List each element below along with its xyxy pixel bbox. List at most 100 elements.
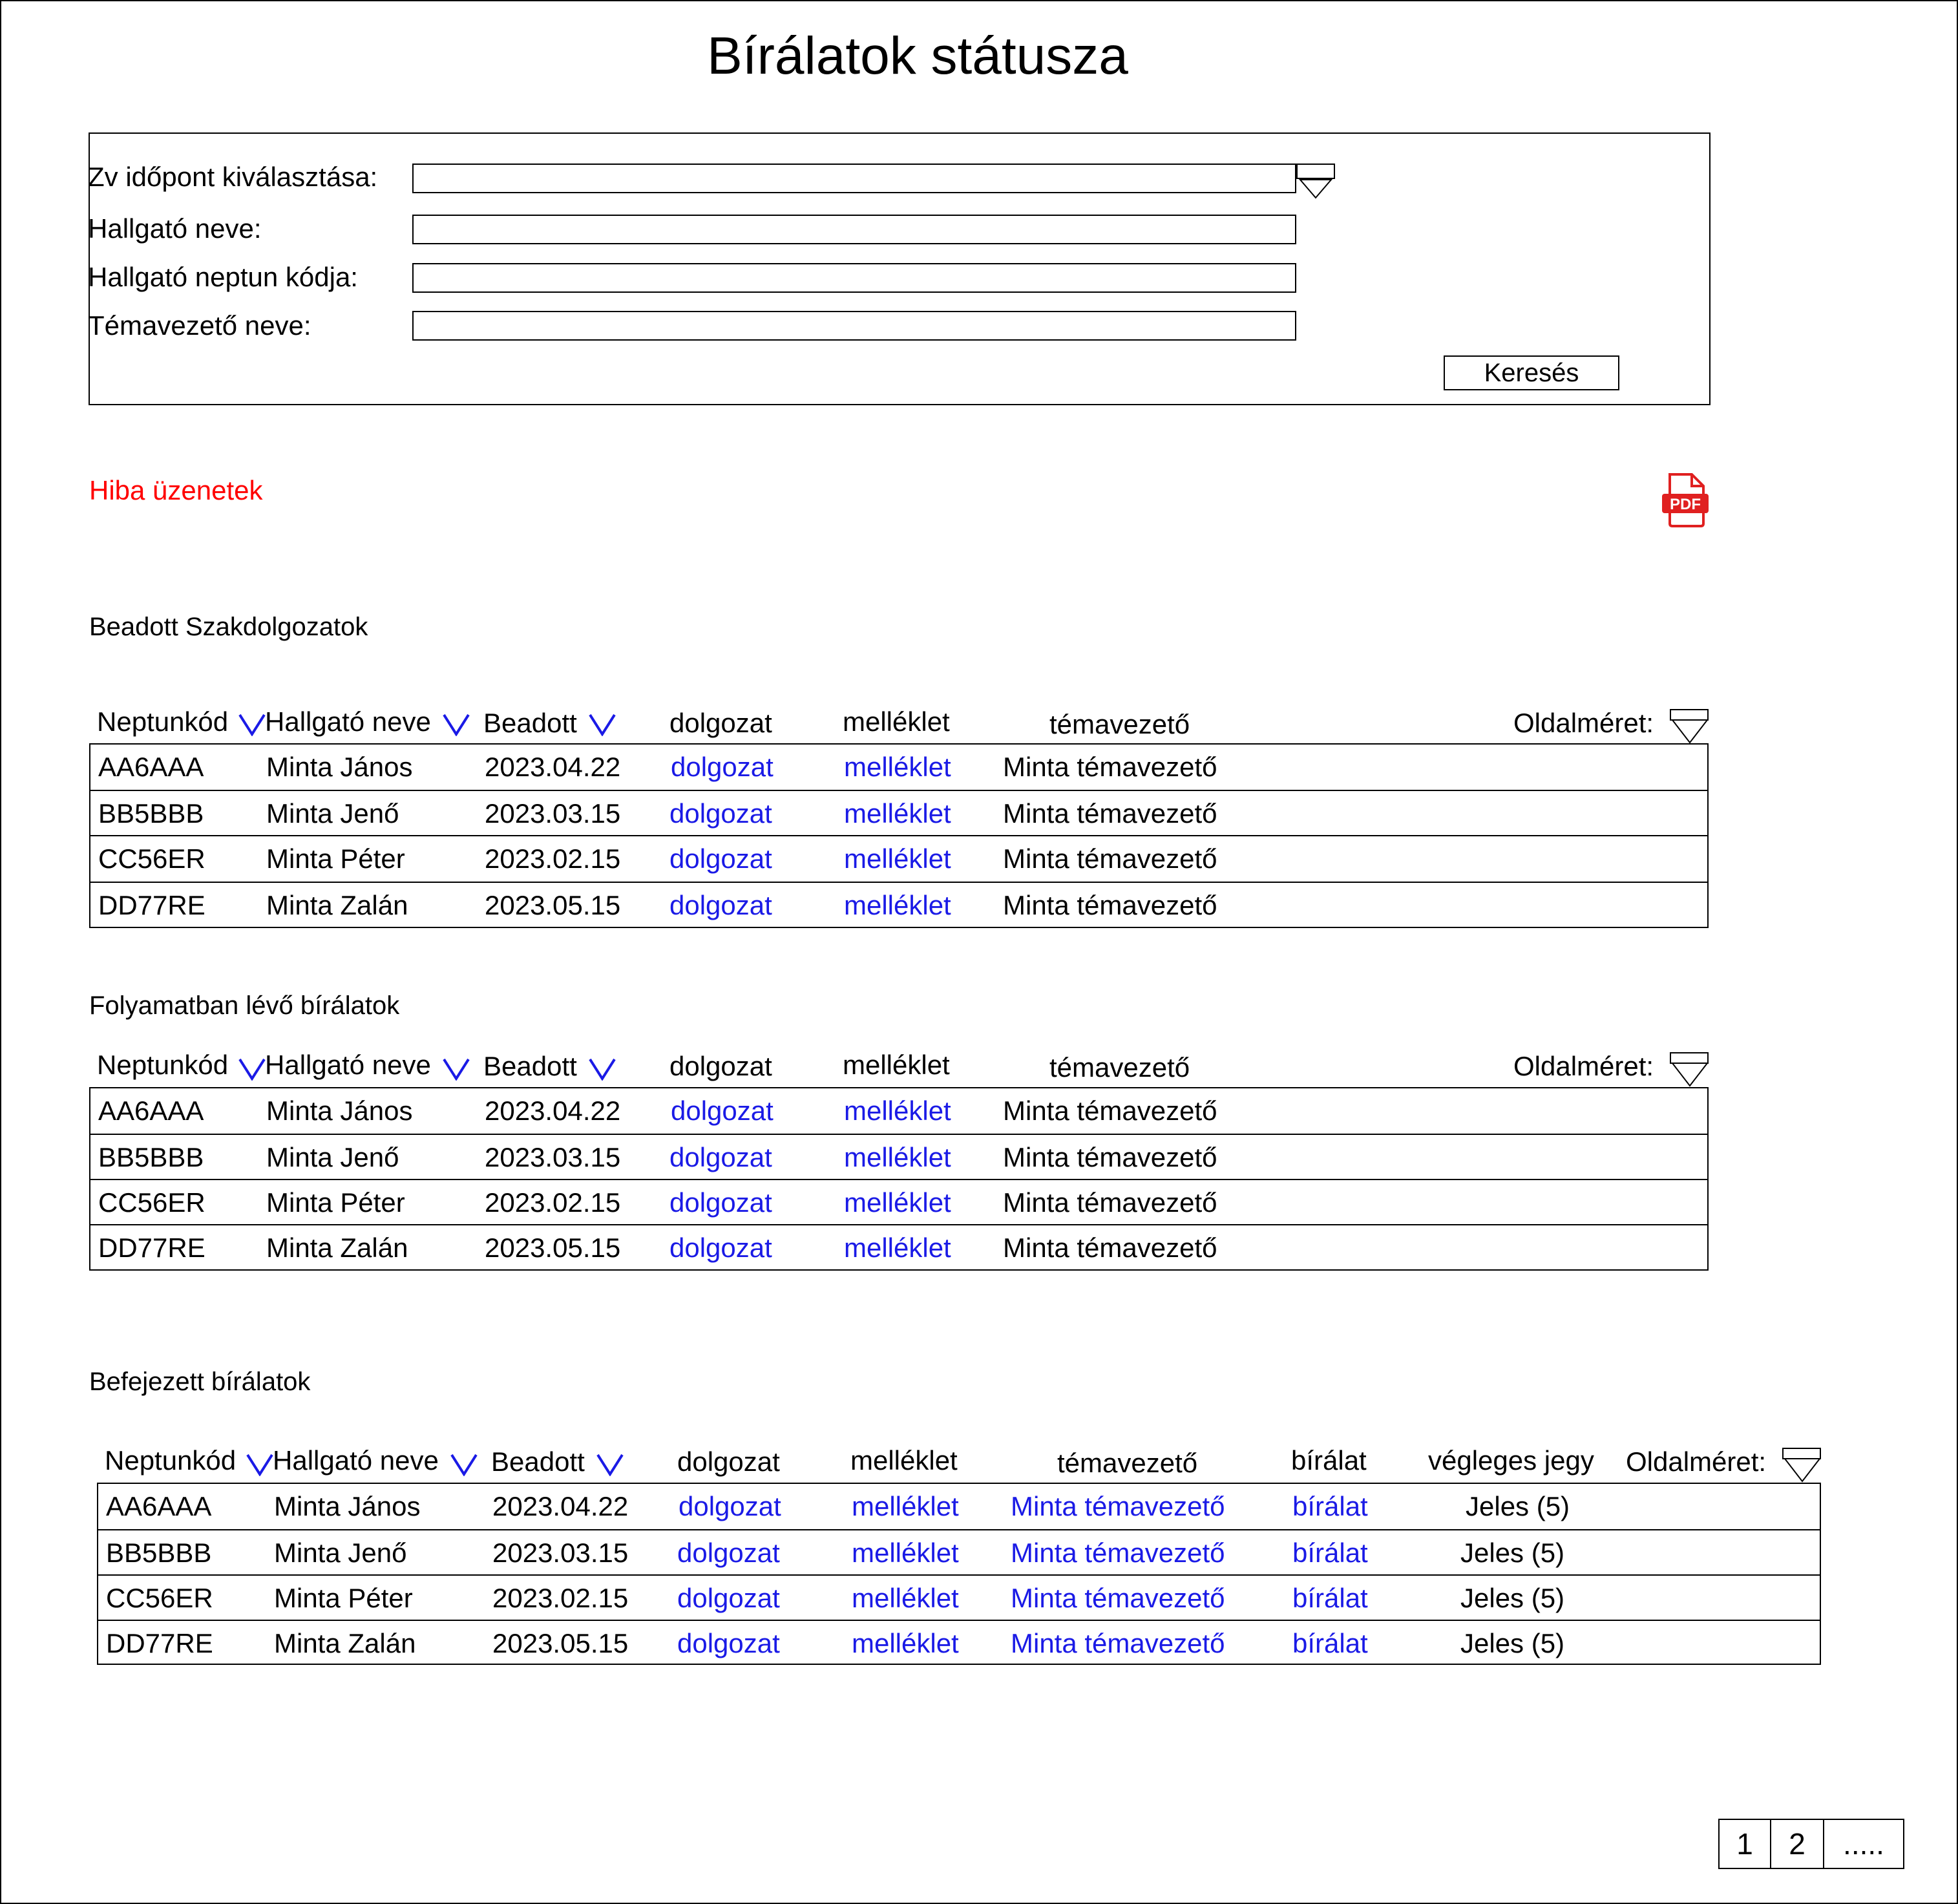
thesis-link[interactable]: dolgozat [669,1225,772,1271]
student-name-input[interactable] [412,215,1296,244]
neptun-cell: AA6AAA [98,1095,204,1126]
search-button[interactable]: Keresés [1444,355,1619,390]
date-cell: 2023.02.15 [485,1187,621,1218]
date-cell: 2023.03.15 [485,798,621,829]
page-size-dropdown-icon[interactable] [1670,1052,1710,1087]
review-link[interactable]: bírálat [1292,1621,1368,1666]
completed-table: AA6AAA Minta János 2023.04.22 dolgozat m… [97,1483,1821,1665]
review-link[interactable]: bírálat [1292,1484,1368,1529]
date-cell: 2023.02.15 [492,1583,629,1613]
date-cell: 2023.05.15 [492,1628,629,1658]
header-final-grade: végleges jegy [1428,1445,1594,1476]
page-1-button[interactable]: 1 [1718,1819,1771,1869]
submitted-table: AA6AAA Minta János 2023.04.22 dolgozat m… [89,743,1709,928]
thesis-link[interactable]: dolgozat [669,836,772,882]
attachment-link[interactable]: melléklet [844,1180,951,1225]
table-row: AA6AAA Minta János 2023.04.22 dolgozat m… [90,1088,1707,1134]
sort-submitted-icon[interactable] [588,1057,616,1081]
thesis-link[interactable]: dolgozat [669,791,772,836]
review-link[interactable]: bírálat [1292,1530,1368,1576]
name-cell: Minta Péter [274,1583,413,1613]
review-link[interactable]: bírálat [1292,1576,1368,1621]
error-messages: Hiba üzenetek [89,475,263,505]
attachment-link[interactable]: melléklet [852,1484,959,1529]
neptun-code-input[interactable] [412,263,1296,293]
header-neptun[interactable]: Neptunkód [97,706,228,737]
header-submitted[interactable]: Beadott [491,1446,585,1477]
table-row: DD77RE Minta Zalán 2023.05.15 dolgozat m… [98,1620,1820,1666]
supervisor-link[interactable]: Minta témavezető [1011,1621,1225,1666]
sort-name-icon[interactable] [442,1057,470,1081]
header-name[interactable]: Hallgató neve [265,1050,431,1081]
page-size-dropdown-icon[interactable] [1782,1448,1822,1483]
attachment-link[interactable]: melléklet [852,1576,959,1621]
header-submitted[interactable]: Beadott [483,1051,577,1082]
sort-name-icon[interactable] [450,1453,478,1476]
grade-cell: Jeles (5) [1460,1583,1565,1613]
supervisor-name-input[interactable] [412,311,1296,341]
page-size-label: Oldalméret: [1626,1446,1767,1477]
thesis-link[interactable]: dolgozat [677,1530,780,1576]
thesis-link[interactable]: dolgozat [677,1621,780,1666]
sort-name-icon[interactable] [442,713,470,736]
table-row: CC56ER Minta Péter 2023.02.15 dolgozat m… [90,1179,1707,1225]
attachment-link[interactable]: melléklet [852,1621,959,1666]
thesis-link[interactable]: dolgozat [671,745,774,790]
supervisor-link[interactable]: Minta témavezető [1011,1530,1225,1576]
sort-neptun-icon[interactable] [238,713,266,736]
date-cell: 2023.02.15 [485,843,621,874]
sort-submitted-icon[interactable] [596,1453,624,1476]
thesis-link[interactable]: dolgozat [669,1135,772,1180]
table-row: BB5BBB Minta Jenő 2023.03.15 dolgozat me… [98,1529,1820,1576]
supervisor-name-label: Témavezető neve: [88,310,311,341]
thesis-link[interactable]: dolgozat [671,1088,774,1134]
thesis-link[interactable]: dolgozat [669,1180,772,1225]
header-submitted[interactable]: Beadott [483,708,577,739]
exam-date-select[interactable] [412,164,1296,193]
grade-cell: Jeles (5) [1460,1628,1565,1658]
attachment-link[interactable]: melléklet [844,1225,951,1271]
pagination: 1 2 ..... [1718,1819,1904,1869]
neptun-cell: CC56ER [98,843,205,874]
supervisor-cell: Minta témavezető [1003,798,1217,829]
attachment-link[interactable]: melléklet [844,791,951,836]
sort-neptun-icon[interactable] [246,1453,274,1476]
name-cell: Minta Péter [266,1187,405,1218]
supervisor-link[interactable]: Minta témavezető [1011,1484,1225,1529]
page-2-button[interactable]: 2 [1770,1819,1824,1869]
attachment-link[interactable]: melléklet [852,1530,959,1576]
table-row: DD77RE Minta Zalán 2023.05.15 dolgozat m… [90,1224,1707,1271]
page-size-dropdown-icon[interactable] [1670,709,1710,744]
name-cell: Minta Jenő [266,798,399,829]
supervisor-cell: Minta témavezető [1003,843,1217,874]
header-name[interactable]: Hallgató neve [273,1445,439,1476]
neptun-cell: CC56ER [98,1187,205,1218]
sort-submitted-icon[interactable] [588,713,616,736]
sort-neptun-icon[interactable] [238,1057,266,1081]
header-neptun[interactable]: Neptunkód [105,1445,236,1476]
thesis-link[interactable]: dolgozat [677,1576,780,1621]
thesis-link[interactable]: dolgozat [679,1484,781,1529]
attachment-link[interactable]: melléklet [844,1088,951,1134]
name-cell: Minta János [266,1095,413,1126]
header-name[interactable]: Hallgató neve [265,706,431,737]
attachment-link[interactable]: melléklet [844,745,951,790]
page-size-label: Oldalméret: [1513,1051,1654,1081]
name-cell: Minta Jenő [266,1142,399,1172]
completed-section-title: Befejezett bírálatok [89,1368,311,1396]
attachment-link[interactable]: melléklet [844,836,951,882]
exam-date-dropdown-icon[interactable] [1296,164,1335,200]
thesis-link[interactable]: dolgozat [669,883,772,928]
more-pages-button[interactable]: ..... [1823,1819,1904,1869]
attachment-link[interactable]: melléklet [844,1135,951,1180]
header-attachment: melléklet [850,1445,958,1476]
header-neptun[interactable]: Neptunkód [97,1050,228,1081]
attachment-link[interactable]: melléklet [844,883,951,928]
supervisor-link[interactable]: Minta témavezető [1011,1576,1225,1621]
pdf-icon[interactable]: PDF [1661,472,1710,529]
neptun-code-label: Hallgató neptun kódja: [88,262,358,292]
header-supervisor: témavezető [1049,709,1190,739]
neptun-cell: BB5BBB [98,798,204,829]
header-thesis: dolgozat [669,1051,772,1081]
date-cell: 2023.03.15 [485,1142,621,1172]
